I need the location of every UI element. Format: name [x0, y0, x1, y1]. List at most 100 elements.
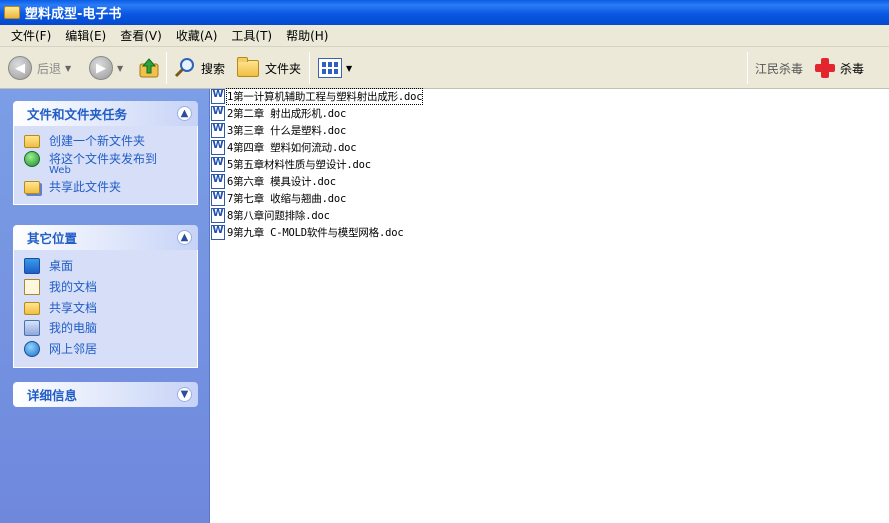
antivirus-brand-label: 江民杀毒 [755, 61, 804, 76]
folders-label: 文件夹 [265, 61, 302, 76]
task-label: 将这个文件夹发布到 [49, 152, 158, 166]
file-name: 2第二章 射出成形机.doc [227, 108, 347, 120]
toolbar: ◀ 后退 ▼ ▶ ▼ 搜索 文件夹 ▼ 江民杀毒 杀毒 [0, 47, 889, 89]
word-document-icon [211, 89, 225, 104]
place-shared-documents[interactable]: 共享文档 [24, 301, 187, 315]
search-button[interactable]: 搜索 [173, 53, 225, 83]
place-label: 网上邻居 [49, 342, 98, 356]
collapse-icon[interactable]: ▲ [177, 230, 192, 245]
place-network[interactable]: 网上邻居 [24, 341, 187, 357]
file-item[interactable]: 5第五章材料性质与塑设计.doc [211, 156, 371, 173]
place-label: 我的文档 [49, 280, 98, 294]
window-title: 塑料成型-电子书 [25, 7, 122, 22]
panel-header[interactable]: 其它位置 ▲ [13, 225, 198, 250]
file-item[interactable]: 1第一计算机辅助工程与塑料射出成形.doc [211, 88, 424, 105]
file-name: 1第一计算机辅助工程与塑料射出成形.doc [225, 88, 424, 105]
place-label: 桌面 [49, 259, 74, 273]
place-my-computer[interactable]: 我的电脑 [24, 320, 187, 336]
panel-title: 详细信息 [27, 388, 78, 403]
file-folder-tasks-panel: 文件和文件夹任务 ▲ 创建一个新文件夹 将这个文件夹发布到 Web 共享此文件夹 [13, 101, 198, 205]
file-item[interactable]: 8第八章问题排除.doc [211, 207, 330, 224]
folders-button[interactable]: 文件夹 [237, 53, 301, 83]
task-new-folder[interactable]: 创建一个新文件夹 [24, 134, 187, 148]
share-folder-icon [24, 181, 40, 194]
task-label: 共享此文件夹 [49, 180, 122, 194]
menu-view[interactable]: 查看(V) [113, 26, 169, 46]
file-name: 9第九章 C-MOLD软件与模型网格.doc [227, 227, 404, 239]
file-name: 6第六章 模具设计.doc [227, 176, 336, 188]
file-name: 7第七章 收缩与翘曲.doc [227, 193, 347, 205]
forward-arrow-icon: ▶ [89, 56, 113, 80]
desktop-icon [24, 258, 40, 274]
views-icon [318, 58, 342, 78]
file-list: 1第一计算机辅助工程与塑料射出成形.doc 2第二章 射出成形机.doc 3第三… [211, 88, 889, 523]
word-document-icon [211, 157, 225, 172]
task-share-folder[interactable]: 共享此文件夹 [24, 180, 187, 194]
menu-tools[interactable]: 工具(T) [224, 26, 279, 46]
panel-body: 桌面 我的文档 共享文档 我的电脑 网上邻居 [13, 250, 198, 368]
place-label: 共享文档 [49, 301, 98, 315]
antivirus-cross-icon [814, 57, 836, 79]
file-name: 8第八章问题排除.doc [227, 210, 330, 222]
new-folder-icon [24, 135, 40, 148]
file-item[interactable]: 3第三章 什么是塑料.doc [211, 122, 346, 139]
file-item[interactable]: 7第七章 收缩与翘曲.doc [211, 190, 346, 207]
panel-header[interactable]: 详细信息 ▼ [13, 382, 198, 407]
my-documents-icon [24, 279, 40, 295]
chevron-down-icon: ▼ [117, 63, 124, 73]
toolbar-separator [166, 52, 167, 84]
file-item[interactable]: 9第九章 C-MOLD软件与模型网格.doc [211, 224, 404, 241]
menu-help[interactable]: 帮助(H) [279, 26, 335, 46]
back-button[interactable]: ◀ 后退 ▼ [8, 53, 71, 83]
antivirus-scan-label: 杀毒 [840, 61, 865, 76]
word-document-icon [211, 225, 225, 240]
word-document-icon [211, 208, 225, 223]
up-folder-button[interactable] [137, 53, 161, 83]
menu-edit[interactable]: 编辑(E) [58, 26, 113, 46]
back-arrow-icon: ◀ [8, 56, 32, 80]
place-my-documents[interactable]: 我的文档 [24, 279, 187, 295]
word-document-icon [211, 106, 225, 121]
task-sublabel: Web [49, 165, 71, 176]
panel-title: 文件和文件夹任务 [27, 107, 128, 122]
forward-button[interactable]: ▶ ▼ [89, 53, 123, 83]
search-icon [173, 56, 197, 80]
panel-title: 其它位置 [27, 231, 78, 246]
place-label: 我的电脑 [49, 321, 98, 335]
search-label: 搜索 [201, 61, 226, 76]
folder-icon [4, 6, 20, 19]
toolbar-separator [747, 52, 748, 84]
details-panel: 详细信息 ▼ [13, 382, 198, 407]
up-folder-icon [137, 56, 161, 80]
title-bar: 塑料成型-电子书 [0, 0, 889, 25]
file-item[interactable]: 6第六章 模具设计.doc [211, 173, 336, 190]
menu-favorites[interactable]: 收藏(A) [169, 26, 225, 46]
collapse-icon[interactable]: ▲ [177, 106, 192, 121]
file-name: 5第五章材料性质与塑设计.doc [227, 159, 371, 171]
folders-icon [237, 56, 259, 77]
place-desktop[interactable]: 桌面 [24, 258, 187, 274]
toolbar-separator [309, 52, 310, 84]
task-publish-web[interactable]: 将这个文件夹发布到 Web [24, 151, 187, 176]
file-item[interactable]: 4第四章 塑料如何流动.doc [211, 139, 357, 156]
panel-body: 创建一个新文件夹 将这个文件夹发布到 Web 共享此文件夹 [13, 126, 198, 205]
word-document-icon [211, 123, 225, 138]
chevron-down-icon: ▼ [346, 63, 353, 73]
antivirus-scan-button[interactable]: 杀毒 [814, 53, 864, 83]
network-places-icon [24, 341, 40, 357]
expand-icon[interactable]: ▼ [177, 387, 192, 402]
shared-documents-icon [24, 302, 40, 315]
file-item[interactable]: 2第二章 射出成形机.doc [211, 105, 346, 122]
views-button[interactable]: ▼ [318, 53, 352, 83]
chevron-down-icon: ▼ [65, 63, 72, 73]
menu-bar: 文件(F) 编辑(E) 查看(V) 收藏(A) 工具(T) 帮助(H) [0, 25, 889, 47]
menu-file[interactable]: 文件(F) [4, 26, 58, 46]
back-label: 后退 [37, 61, 62, 76]
task-pane: 文件和文件夹任务 ▲ 创建一个新文件夹 将这个文件夹发布到 Web 共享此文件夹 [0, 89, 210, 523]
word-document-icon [211, 191, 225, 206]
word-document-icon [211, 174, 225, 189]
panel-header[interactable]: 文件和文件夹任务 ▲ [13, 101, 198, 126]
file-name: 4第四章 塑料如何流动.doc [227, 142, 357, 154]
antivirus-brand: 江民杀毒 [755, 53, 803, 83]
file-name: 3第三章 什么是塑料.doc [227, 125, 347, 137]
